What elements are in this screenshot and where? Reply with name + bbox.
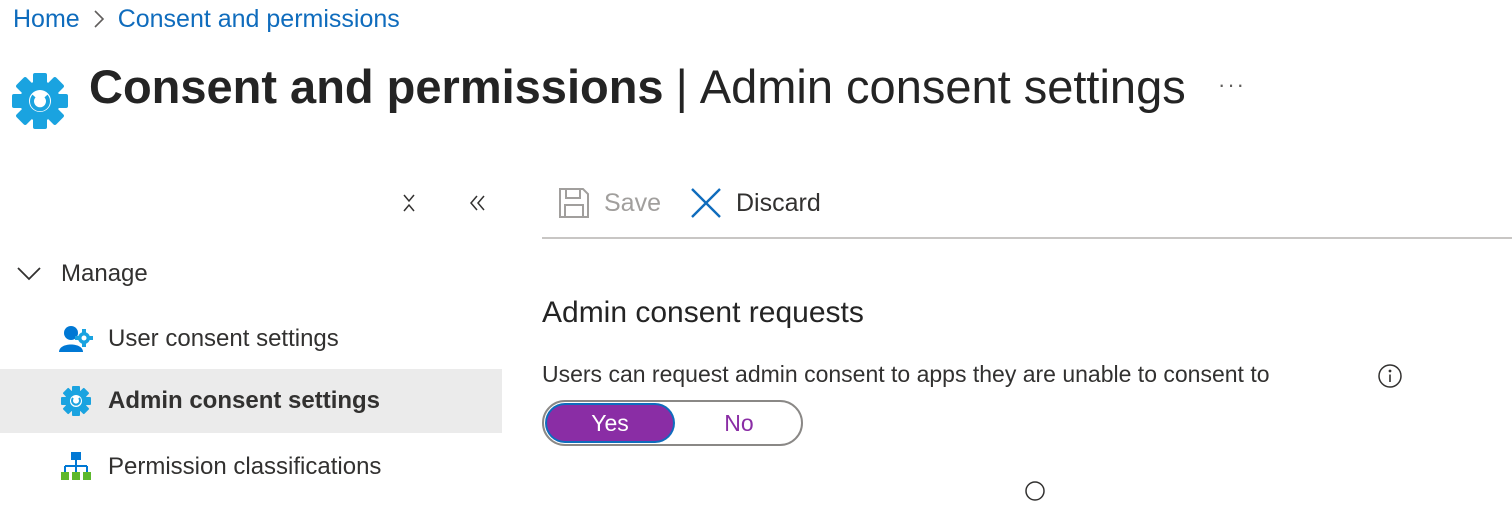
- breadcrumb: Home Consent and permissions: [13, 2, 400, 36]
- nav-group-manage[interactable]: Manage: [15, 252, 148, 296]
- breadcrumb-current-link[interactable]: Consent and permissions: [118, 5, 400, 34]
- sidebar-item-user-consent-settings[interactable]: User consent settings: [0, 307, 502, 371]
- discard-label: Discard: [736, 188, 821, 217]
- collapse-sidebar-button[interactable]: [460, 185, 496, 221]
- gear-icon: [10, 72, 70, 130]
- sidebar-item-label: Admin consent settings: [108, 387, 381, 414]
- collapse-all-button[interactable]: [391, 185, 427, 221]
- breadcrumb-home-link[interactable]: Home: [13, 5, 80, 34]
- page-title: Consent and permissions | Admin consent …: [89, 54, 1186, 118]
- info-icon[interactable]: [1024, 480, 1046, 502]
- discard-button[interactable]: Discard: [686, 180, 821, 226]
- user-gear-icon: [58, 321, 94, 357]
- chevron-right-icon: [86, 9, 112, 29]
- sidebar-item-permission-classifications[interactable]: Permission classifications: [0, 435, 502, 499]
- close-icon: [686, 183, 726, 223]
- nav-group-label: Manage: [61, 260, 148, 287]
- org-chart-icon: [58, 449, 94, 485]
- setting-label: Users can request admin consent to apps …: [542, 361, 1270, 387]
- yes-no-toggle: Yes No: [542, 400, 803, 446]
- sidebar-item-label: Permission classifications: [108, 453, 382, 480]
- page-title-sub: Admin consent settings: [699, 59, 1186, 113]
- sidebar-item-admin-consent-settings[interactable]: Admin consent settings: [0, 369, 502, 433]
- save-button[interactable]: Save: [554, 180, 661, 226]
- toggle-option-yes[interactable]: Yes: [547, 405, 673, 441]
- section-title: Admin consent requests: [542, 296, 864, 329]
- double-chevron-left-icon: [470, 195, 485, 211]
- collapse-all-icon: [403, 194, 415, 212]
- toolbar-divider: [542, 237, 1512, 239]
- save-icon: [554, 183, 594, 223]
- chevron-down-icon: [17, 267, 41, 281]
- sidebar-item-label: User consent settings: [108, 325, 339, 352]
- page-title-main: Consent and permissions: [89, 59, 664, 113]
- gear-icon: [58, 383, 94, 419]
- toggle-option-no[interactable]: No: [678, 402, 800, 444]
- more-options-button[interactable]: ···: [1212, 68, 1252, 102]
- page-title-separator: |: [675, 59, 688, 113]
- save-label: Save: [604, 188, 661, 217]
- info-icon[interactable]: [1377, 363, 1403, 389]
